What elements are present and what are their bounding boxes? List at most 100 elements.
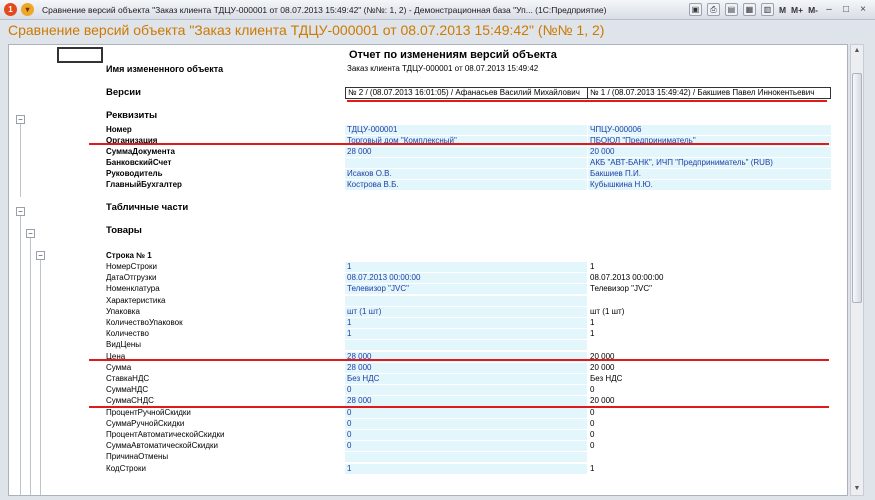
value-version-2: 28 000 xyxy=(345,396,587,407)
preview-icon[interactable]: ▤ xyxy=(724,3,738,16)
field-name: Сумма xyxy=(106,362,132,372)
value-version-1: 0 xyxy=(590,407,595,417)
memory-button[interactable]: M xyxy=(779,5,786,15)
value-version-1: 20 000 xyxy=(590,396,615,406)
value-version-2: 0 xyxy=(345,441,587,452)
value-version-2: 1 xyxy=(345,262,587,272)
field-name: ГлавныйБухгалтер xyxy=(106,180,182,189)
value-version-2 xyxy=(345,295,587,306)
field-name: ПроцентРучнойСкидки xyxy=(106,407,191,417)
value-version-2 xyxy=(345,452,587,463)
value-version-2: Телевизор "JVC" xyxy=(345,284,587,295)
value-version-1: 08.07.2013 00:00:00 xyxy=(590,273,664,283)
vertical-scrollbar[interactable]: ▲ ▼ xyxy=(850,44,864,496)
value-version-1: 0 xyxy=(590,385,595,395)
field-name: БанковскийСчет xyxy=(106,158,172,167)
value-version-1: ЧПЦУ-000006 xyxy=(588,125,831,135)
value-version-1: Без НДС xyxy=(590,374,623,383)
value-version-1 xyxy=(588,452,831,462)
collapse-requisites-toggle[interactable]: − xyxy=(16,115,25,124)
field-name: ПричинаОтмены xyxy=(106,452,169,462)
organization-underline xyxy=(89,143,829,145)
version-left-header: № 2 / (08.07.2013 16:01:05) / Афанасьев … xyxy=(345,87,588,99)
value-version-2: Исаков О.В. xyxy=(345,169,587,179)
value-version-1: Бакшиев П.И. xyxy=(588,169,831,179)
value-version-1: 1 xyxy=(590,262,595,271)
calculator-icon[interactable]: ▦ xyxy=(742,3,756,16)
value-version-1: 20 000 xyxy=(588,147,831,157)
field-name: Количество xyxy=(106,329,149,339)
value-version-2: 0 xyxy=(345,430,587,440)
grouping-gutter: − − − − xyxy=(9,45,55,495)
value-version-1: 0 xyxy=(590,418,595,428)
field-name: Руководитель xyxy=(106,169,163,178)
value-version-2 xyxy=(345,158,587,168)
tree-line xyxy=(30,238,31,495)
object-label: Имя измененного объекта xyxy=(106,64,224,74)
field-name: Характеристика xyxy=(106,295,166,305)
memory-plus-button[interactable]: M+ xyxy=(791,5,803,15)
requisites-title: Реквизиты xyxy=(106,110,158,121)
field-name: ВидЦены xyxy=(106,340,142,350)
value-version-1: 0 xyxy=(590,441,595,451)
goods-title: Товары xyxy=(106,225,142,236)
scroll-down-icon[interactable]: ▼ xyxy=(851,483,863,495)
value-version-2: 1 xyxy=(345,318,587,328)
value-version-2: 0 xyxy=(345,385,587,396)
print-icon[interactable]: ⎙ xyxy=(706,3,720,16)
report-document: − − − − Отчет по изменениям версий объек… xyxy=(8,44,848,496)
collapse-tabular-toggle[interactable]: − xyxy=(16,207,25,216)
value-version-1: шт (1 шт) xyxy=(590,306,625,316)
field-name: Номенклатура xyxy=(106,284,160,294)
collapse-row-toggle[interactable]: − xyxy=(36,251,45,260)
version-right-header: № 1 / (08.07.2013 15:49:42) / Бакшиев Па… xyxy=(587,87,831,99)
value-version-2 xyxy=(345,340,587,351)
tabular-title: Табличные части xyxy=(106,202,189,213)
field-name: СуммаАвтоматическойСкидки xyxy=(106,441,218,451)
field-name: КодСтроки xyxy=(106,463,146,473)
tree-line xyxy=(40,259,41,495)
tree-line xyxy=(20,215,21,495)
value-version-2: шт (1 шт) xyxy=(345,306,587,317)
field-name: Номер xyxy=(106,125,132,134)
field-name: НомерСтроки xyxy=(106,262,157,271)
scroll-up-icon[interactable]: ▲ xyxy=(851,45,863,57)
window-titlebar: 1 ▾ Сравнение версий объекта "Заказ клие… xyxy=(0,0,875,20)
scroll-thumb[interactable] xyxy=(852,73,862,303)
collapse-goods-toggle[interactable]: − xyxy=(26,229,35,238)
menu-dropdown-icon[interactable]: ▾ xyxy=(21,3,34,16)
memory-minus-button[interactable]: M- xyxy=(808,5,818,15)
value-version-1: 0 xyxy=(590,430,595,439)
value-version-1: Кубышкина Н.Ю. xyxy=(588,180,831,190)
field-name: СуммаДокумента xyxy=(106,147,175,156)
calendar-icon[interactable]: ▥ xyxy=(760,3,774,16)
field-name: КоличествоУпаковок xyxy=(106,318,183,327)
maximize-icon[interactable]: □ xyxy=(840,4,852,16)
value-version-2: Кострова В.Б. xyxy=(345,180,587,190)
field-name: СуммаНДС xyxy=(106,385,149,395)
close-icon[interactable]: × xyxy=(857,4,869,16)
field-name: ПроцентАвтоматическойСкидки xyxy=(106,430,225,439)
active-cell-frame[interactable] xyxy=(57,47,103,63)
versions-label: Версии xyxy=(106,87,141,98)
total-underline xyxy=(89,406,829,408)
value-version-2: Без НДС xyxy=(345,374,587,384)
value-version-1: 20 000 xyxy=(590,362,615,372)
field-name: ДатаОтгрузки xyxy=(106,273,157,283)
object-value: Заказ клиента ТДЦУ-000001 от 08.07.2013 … xyxy=(347,64,539,73)
save-icon[interactable]: ▣ xyxy=(688,3,702,16)
app-logo-icon[interactable]: 1 xyxy=(4,3,17,16)
price-underline xyxy=(89,359,829,361)
value-version-1: Телевизор "JVC" xyxy=(590,284,652,294)
field-name: СуммаРучнойСкидки xyxy=(106,418,185,428)
value-version-2: 28 000 xyxy=(345,362,587,373)
value-version-1: 1 xyxy=(590,329,595,339)
value-version-2: ТДЦУ-000001 xyxy=(345,125,587,135)
value-version-1 xyxy=(588,340,831,350)
value-version-2: 0 xyxy=(345,418,587,429)
value-version-2: 1 xyxy=(345,463,587,474)
window-title: Сравнение версий объекта "Заказ клиента … xyxy=(42,4,607,15)
field-name: СуммаСНДС xyxy=(106,396,154,406)
minimize-icon[interactable]: – xyxy=(823,4,835,16)
field-name: СтавкаНДС xyxy=(106,374,150,383)
